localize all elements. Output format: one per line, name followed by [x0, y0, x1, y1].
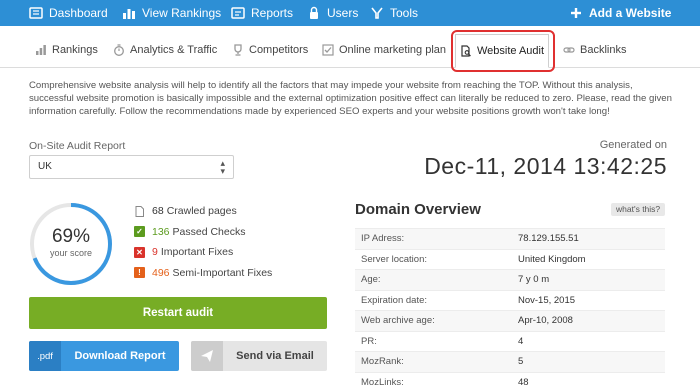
tab-website-audit-label: Website Audit: [477, 45, 544, 57]
overview-value: Nov-15, 2015: [518, 295, 575, 306]
nav-users[interactable]: Users: [307, 5, 358, 21]
restart-audit-button[interactable]: Restart audit: [29, 297, 327, 329]
overview-key: Server location:: [355, 254, 518, 265]
overview-row-server-location: Server location: United Kingdom: [355, 249, 665, 270]
overview-key: Age:: [355, 274, 518, 285]
tab-rankings-label: Rankings: [52, 44, 98, 56]
overview-row-expiration: Expiration date: Nov-15, 2015: [355, 290, 665, 311]
select-arrows-icon: ▴▾: [220, 159, 225, 175]
audit-intro-text: Comprehensive website analysis will help…: [29, 79, 679, 118]
reports-icon: [231, 6, 245, 20]
nav-reports[interactable]: Reports: [231, 5, 293, 21]
stopwatch-icon: [113, 44, 125, 56]
stat-crawled-pages[interactable]: 68 Crawled pages: [134, 201, 272, 222]
check-icon: ✓: [134, 226, 145, 237]
generated-date: Dec-11, 2014 13:42:25: [424, 153, 667, 180]
nav-view-rankings[interactable]: View Rankings: [122, 5, 221, 21]
overview-value: 5: [518, 356, 523, 367]
overview-key: IP Adress:: [355, 233, 518, 244]
nav-view-rankings-label: View Rankings: [142, 5, 221, 21]
tab-competitors[interactable]: Competitors: [232, 40, 308, 60]
report-label: On-Site Audit Report: [29, 140, 125, 152]
region-select-value: UK: [38, 161, 52, 172]
stat-semi-label: Semi-Important Fixes: [173, 267, 273, 279]
overview-key: PR:: [355, 336, 518, 347]
warning-icon: !: [134, 267, 145, 278]
send-via-email-label: Send via Email: [223, 350, 327, 362]
add-website-label: Add a Website: [589, 5, 671, 21]
tab-website-audit[interactable]: Website Audit: [455, 34, 549, 68]
lock-icon: [307, 6, 321, 20]
overview-value: United Kingdom: [518, 254, 586, 265]
overview-key: MozRank:: [355, 356, 518, 367]
nav-reports-label: Reports: [251, 5, 293, 21]
top-nav: Dashboard View Rankings Reports Users To…: [0, 0, 700, 26]
overview-row-age: Age: 7 y 0 m: [355, 269, 665, 290]
stat-passed-checks[interactable]: ✓ 136 Passed Checks: [134, 222, 272, 243]
overview-row-mozrank: MozRank: 5: [355, 351, 665, 372]
link-icon: [563, 44, 575, 56]
tools-icon: [370, 6, 384, 20]
dashboard-icon: [29, 6, 43, 20]
add-website-button[interactable]: Add a Website: [569, 5, 671, 21]
region-select[interactable]: UK ▴▾: [29, 155, 234, 179]
tab-rankings[interactable]: Rankings: [35, 40, 98, 60]
checkbox-icon: [322, 44, 334, 56]
overview-value: 78.129.155.51: [518, 233, 579, 244]
nav-tools-label: Tools: [390, 5, 418, 21]
tab-backlinks[interactable]: Backlinks: [563, 40, 626, 60]
tab-backlinks-label: Backlinks: [580, 44, 626, 56]
overview-value: 7 y 0 m: [518, 274, 549, 285]
domain-overview-table: IP Adress: 78.129.155.51 Server location…: [355, 228, 665, 392]
nav-dashboard[interactable]: Dashboard: [29, 5, 108, 21]
audit-stats: 68 Crawled pages ✓ 136 Passed Checks ✕ 9…: [134, 201, 272, 283]
domain-overview-title: Domain Overview: [355, 201, 481, 218]
overview-key: MozLinks:: [355, 377, 518, 388]
overview-value: 4: [518, 336, 523, 347]
tab-competitors-label: Competitors: [249, 44, 308, 56]
tab-online-marketing-plan[interactable]: Online marketing plan: [322, 40, 446, 60]
overview-row-pr: PR: 4: [355, 331, 665, 352]
paper-plane-icon: [191, 341, 223, 371]
stat-important-num: 9: [152, 246, 158, 258]
page-icon: [134, 206, 145, 217]
score-value: 69%: [29, 226, 113, 248]
bar-chart-icon: [35, 44, 47, 56]
whats-this-button[interactable]: what's this?: [611, 203, 665, 216]
nav-dashboard-label: Dashboard: [49, 5, 108, 21]
download-report-label: Download Report: [61, 350, 179, 362]
stat-important-fixes[interactable]: ✕ 9 Important Fixes: [134, 242, 272, 263]
stat-crawled-label: Crawled pages: [167, 205, 237, 217]
stat-semi-important-fixes[interactable]: ! 496 Semi-Important Fixes: [134, 263, 272, 284]
stat-semi-num: 496: [152, 267, 170, 279]
score-text: 69% your score: [29, 226, 113, 258]
send-via-email-button[interactable]: Send via Email: [191, 341, 327, 371]
tab-analytics[interactable]: Analytics & Traffic: [113, 40, 217, 60]
download-report-button[interactable]: .pdf Download Report: [29, 341, 179, 371]
pdf-tag: .pdf: [29, 341, 61, 371]
plus-icon: [569, 6, 583, 20]
trophy-icon: [232, 44, 244, 56]
tab-analytics-label: Analytics & Traffic: [130, 44, 217, 56]
stat-crawled-num: 68: [152, 205, 164, 217]
overview-row-mozlinks: MozLinks: 48: [355, 372, 665, 392]
generated-label: Generated on: [600, 139, 667, 151]
tab-online-marketing-plan-label: Online marketing plan: [339, 44, 446, 56]
overview-row-ip: IP Adress: 78.129.155.51: [355, 228, 665, 249]
overview-key: Expiration date:: [355, 295, 518, 306]
bar-chart-icon: [122, 6, 136, 20]
tab-bar: Rankings Analytics & Traffic Competitors…: [0, 26, 700, 68]
error-icon: ✕: [134, 247, 145, 258]
nav-users-label: Users: [327, 5, 358, 21]
overview-value: 48: [518, 377, 529, 388]
overview-row-web-archive: Web archive age: Apr-10, 2008: [355, 310, 665, 331]
overview-key: Web archive age:: [355, 315, 518, 326]
stat-important-label: Important Fixes: [161, 246, 233, 258]
nav-tools[interactable]: Tools: [370, 5, 418, 21]
document-search-icon: [460, 45, 472, 57]
stat-passed-label: Passed Checks: [173, 226, 246, 238]
score-caption: your score: [29, 248, 113, 258]
overview-value: Apr-10, 2008: [518, 315, 573, 326]
stat-passed-num: 136: [152, 226, 170, 238]
